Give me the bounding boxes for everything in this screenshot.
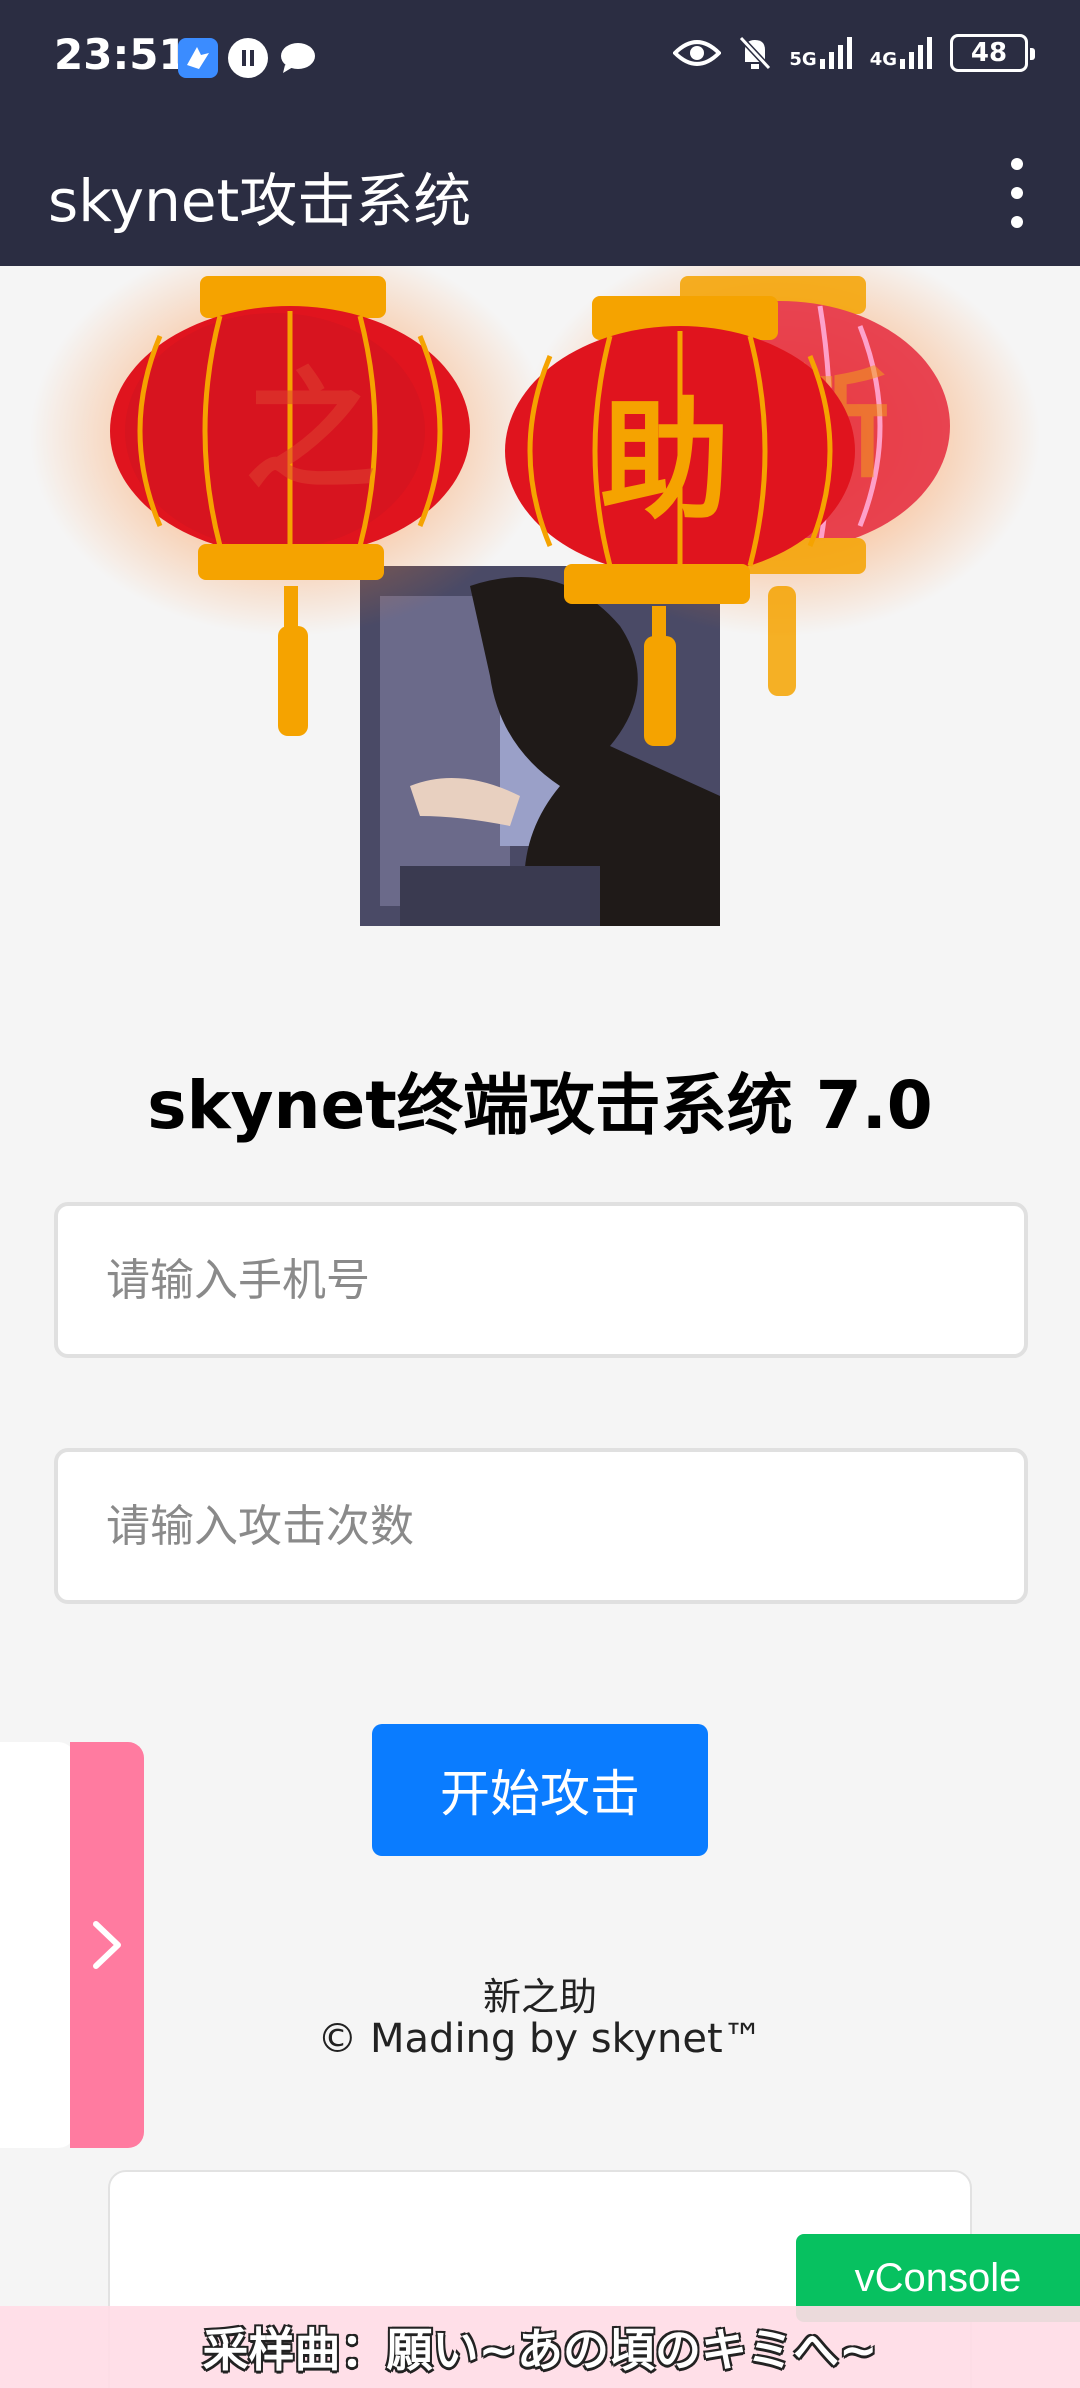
battery-level: 48	[970, 38, 1008, 68]
side-drawer-panel	[0, 1742, 76, 2148]
attack-count-input[interactable]	[58, 1452, 1024, 1600]
app-title: skynet攻击系统	[48, 167, 472, 235]
network-label-4g: 4G	[869, 49, 897, 70]
start-attack-button[interactable]: 开始攻击	[372, 1724, 708, 1856]
eye-icon	[673, 40, 722, 66]
status-time: 23:51	[54, 30, 188, 79]
side-drawer-tab[interactable]	[0, 1742, 144, 2148]
app-bar: skynet攻击系统	[0, 118, 1080, 266]
network-label-5g: 5G	[789, 49, 817, 70]
music-title: 采样曲：願い~あの頃のキミへ~	[202, 2323, 878, 2377]
chevron-right-icon	[93, 1921, 121, 1969]
signal-4g-icon: 4G	[870, 37, 934, 69]
music-bar: 采样曲：願い~あの頃のキミへ~	[0, 2306, 1080, 2388]
attack-count-field[interactable]	[54, 1448, 1028, 1604]
page-title: skynet终端攻击系统 7.0	[147, 1067, 933, 1144]
status-bar: 23:51 5G 4G 48	[0, 0, 1080, 118]
lantern-center-char: 助	[600, 385, 730, 537]
phone-input[interactable]	[58, 1206, 1024, 1354]
chat-icon	[278, 38, 318, 78]
sync-icon	[228, 38, 268, 78]
status-icons-left	[178, 38, 318, 78]
lantern-left-char: 之	[245, 355, 375, 507]
more-vertical-icon[interactable]	[1002, 158, 1032, 228]
status-icons-right: 5G 4G 48	[673, 34, 1035, 72]
lantern-banner: 新 之 助	[0, 266, 1080, 926]
side-drawer-handle[interactable]	[70, 1742, 144, 2148]
battery-icon: 48	[950, 34, 1035, 72]
bell-muted-icon	[739, 35, 772, 71]
signal-5g-icon: 5G	[789, 37, 853, 69]
app-notification-icon	[178, 38, 218, 78]
phone-field[interactable]	[54, 1202, 1028, 1358]
footer-copyright: © Mading by skynet™	[317, 2016, 763, 2062]
footer-author: 新之助	[482, 1975, 597, 2019]
